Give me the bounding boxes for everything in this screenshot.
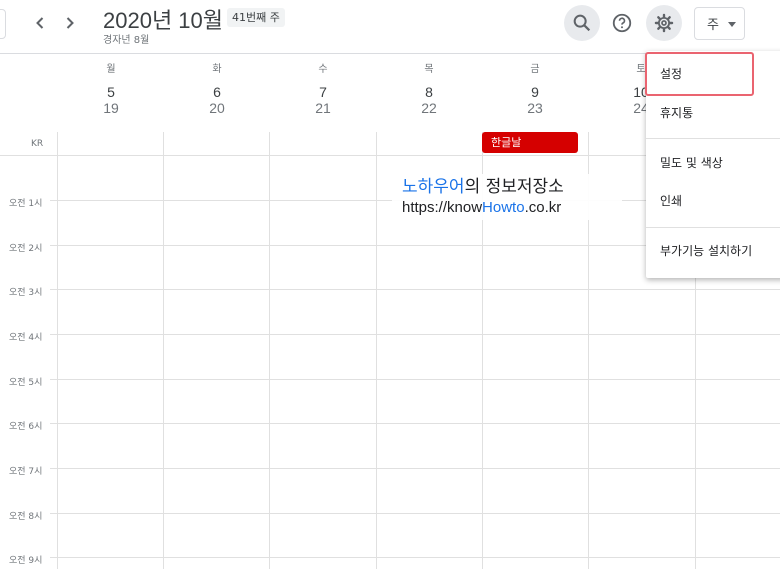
day-header-thu[interactable]: 목 8 22 bbox=[376, 62, 482, 116]
grid-column-line bbox=[376, 132, 377, 569]
day-name: 화 bbox=[212, 64, 222, 75]
hour-line bbox=[50, 379, 780, 380]
gear-icon bbox=[654, 13, 674, 33]
day-number: 6 bbox=[213, 84, 221, 100]
menu-separator bbox=[646, 227, 780, 228]
caret-down-icon bbox=[728, 22, 736, 27]
day-lunar-date: 21 bbox=[315, 100, 331, 116]
chevron-right-icon bbox=[66, 17, 74, 29]
day-name: 월 bbox=[106, 64, 116, 75]
day-name: 수 bbox=[318, 64, 328, 75]
day-lunar-date: 19 bbox=[103, 100, 119, 116]
holiday-event-chip[interactable]: 한글날 bbox=[482, 132, 578, 153]
day-header-wed[interactable]: 수 7 21 bbox=[270, 62, 376, 116]
grid-column-line bbox=[269, 132, 270, 569]
time-label: 오전 3시 bbox=[9, 288, 43, 298]
time-label: 오전 7시 bbox=[9, 467, 43, 477]
day-number: 5 bbox=[107, 84, 115, 100]
time-label: 오전 5시 bbox=[9, 378, 43, 388]
prev-week-button[interactable] bbox=[28, 11, 52, 35]
hour-line bbox=[50, 423, 780, 424]
day-number: 9 bbox=[531, 84, 539, 100]
settings-button[interactable] bbox=[646, 5, 682, 41]
lunar-subtitle: 경자년 8월 bbox=[103, 35, 150, 46]
day-number: 7 bbox=[319, 84, 327, 100]
time-label: 오전 9시 bbox=[9, 556, 43, 566]
menu-item-print[interactable]: 인쇄 bbox=[646, 184, 780, 218]
watermark-line2: https://knowHowto.co.kr bbox=[402, 198, 612, 218]
settings-highlight-box bbox=[645, 52, 754, 96]
menu-separator bbox=[646, 138, 780, 139]
day-header-mon[interactable]: 월 5 19 bbox=[58, 62, 164, 116]
next-week-button[interactable] bbox=[58, 11, 82, 35]
main-menu-button-edge[interactable] bbox=[0, 9, 6, 39]
watermark-url-post: .co.kr bbox=[524, 199, 562, 216]
day-header-fri[interactable]: 금 9 23 bbox=[482, 62, 588, 116]
time-label: 오전 8시 bbox=[9, 512, 43, 522]
time-label: 오전 6시 bbox=[9, 422, 43, 432]
day-header-tue[interactable]: 화 6 20 bbox=[164, 62, 270, 116]
view-selector-label: 주 bbox=[707, 18, 719, 33]
grid-column-line bbox=[57, 132, 58, 569]
help-icon bbox=[612, 13, 632, 33]
time-label: 오전 1시 bbox=[9, 199, 43, 209]
hour-line bbox=[50, 557, 780, 558]
day-name: 목 bbox=[424, 64, 434, 75]
day-number: 8 bbox=[425, 84, 433, 100]
menu-item-addons[interactable]: 부가기능 설치하기 bbox=[646, 234, 780, 268]
search-button[interactable] bbox=[564, 5, 600, 41]
watermark-url-brand: Howto bbox=[482, 199, 525, 216]
menu-item-trash[interactable]: 휴지통 bbox=[646, 96, 780, 130]
watermark-url-pre: https://know bbox=[402, 199, 483, 216]
time-label: 오전 4시 bbox=[9, 333, 43, 343]
view-selector[interactable]: 주 bbox=[694, 7, 745, 40]
allday-region-label: KR bbox=[31, 139, 44, 149]
top-bar: 2020년 10월 41번째 주 경자년 8월 주 bbox=[0, 0, 780, 54]
day-lunar-date: 20 bbox=[209, 100, 225, 116]
time-label: 오전 2시 bbox=[9, 244, 43, 254]
menu-item-density-color[interactable]: 밀도 및 색상 bbox=[646, 146, 780, 180]
day-lunar-date: 23 bbox=[527, 100, 543, 116]
watermark-brand: 노하우어 bbox=[402, 177, 465, 197]
grid-column-line bbox=[163, 132, 164, 569]
help-button[interactable] bbox=[604, 5, 640, 41]
search-icon bbox=[573, 14, 591, 32]
hour-line bbox=[50, 468, 780, 469]
hour-line bbox=[50, 289, 780, 290]
day-name: 금 bbox=[530, 64, 540, 75]
watermark-line1: 노하우어의 정보저장소 bbox=[402, 176, 612, 198]
site-watermark: 노하우어의 정보저장소 https://knowHowto.co.kr bbox=[392, 174, 622, 220]
week-number-badge: 41번째 주 bbox=[227, 8, 285, 27]
day-lunar-date: 22 bbox=[421, 100, 437, 116]
watermark-text: 의 정보저장소 bbox=[464, 177, 564, 197]
hour-line bbox=[50, 334, 780, 335]
hour-line bbox=[50, 513, 780, 514]
chevron-left-icon bbox=[36, 17, 44, 29]
